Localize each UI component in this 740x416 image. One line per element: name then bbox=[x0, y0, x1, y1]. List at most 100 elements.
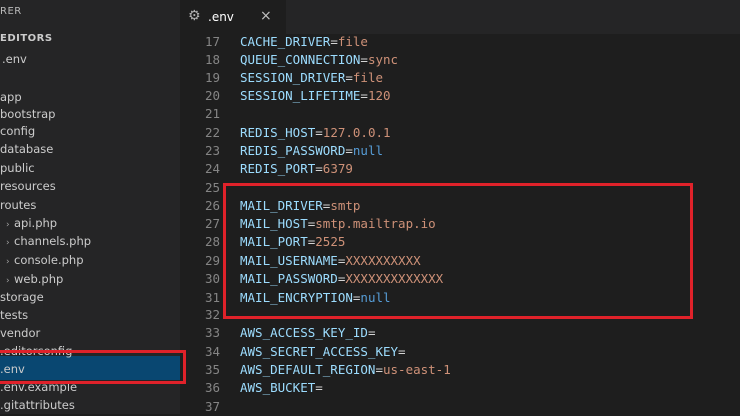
sidebar-item[interactable]: public bbox=[0, 159, 35, 177]
line-number: 18 bbox=[204, 52, 220, 67]
line-number: 17 bbox=[204, 34, 220, 49]
env-value: null bbox=[352, 143, 383, 158]
chevron-right-icon: › bbox=[6, 257, 10, 267]
env-key: MAIL_USERNAME bbox=[240, 253, 338, 268]
sidebar-item[interactable]: .gitattributes bbox=[0, 396, 75, 414]
code-line[interactable]: SESSION_DRIVER=file bbox=[240, 69, 383, 87]
line-number: 27 bbox=[204, 216, 220, 231]
env-key: QUEUE_CONNECTION bbox=[240, 52, 361, 67]
sidebar-item[interactable]: resources bbox=[0, 177, 56, 195]
line-number: 37 bbox=[204, 399, 220, 414]
code-line[interactable]: MAIL_HOST=smtp.mailtrap.io bbox=[240, 215, 436, 233]
env-value: smtp.mailtrap.io bbox=[315, 216, 436, 231]
tab-env[interactable]: ⚙ .env × bbox=[180, 0, 286, 34]
sidebar-item[interactable]: database bbox=[0, 140, 53, 158]
code-line[interactable]: AWS_SECRET_ACCESS_KEY= bbox=[240, 343, 406, 361]
env-value: us-east-1 bbox=[383, 362, 451, 377]
line-number: 28 bbox=[204, 234, 220, 249]
code-line[interactable]: REDIS_HOST=127.0.0.1 bbox=[240, 124, 391, 142]
sidebar-item[interactable]: bootstrap bbox=[0, 105, 55, 123]
line-number: 20 bbox=[204, 88, 220, 103]
code-line[interactable]: CACHE_DRIVER=file bbox=[240, 33, 368, 51]
line-number: 21 bbox=[204, 106, 220, 121]
sidebar-item[interactable]: .editorconfig bbox=[0, 342, 72, 360]
env-key: MAIL_DRIVER bbox=[240, 198, 323, 213]
env-value: file bbox=[352, 70, 383, 85]
line-number: 22 bbox=[204, 125, 220, 140]
equals-sign: = bbox=[345, 70, 353, 85]
explorer-header: RER bbox=[0, 6, 22, 17]
env-key: REDIS_PASSWORD bbox=[240, 143, 346, 158]
equals-sign: = bbox=[315, 125, 323, 140]
code-line[interactable]: AWS_DEFAULT_REGION=us-east-1 bbox=[240, 361, 451, 379]
gear-icon: ⚙ bbox=[188, 8, 201, 24]
code-line[interactable]: QUEUE_CONNECTION=sync bbox=[240, 51, 398, 69]
sidebar-item[interactable]: storage bbox=[0, 288, 44, 306]
sidebar-item-label: api.php bbox=[14, 216, 58, 230]
equals-sign: = bbox=[315, 161, 323, 176]
env-value: smtp bbox=[330, 198, 361, 213]
code-line[interactable]: SESSION_LIFETIME=120 bbox=[240, 87, 391, 105]
env-value: 6379 bbox=[322, 161, 353, 176]
code-line[interactable]: MAIL_USERNAME=XXXXXXXXXX bbox=[240, 252, 421, 270]
code-line[interactable]: MAIL_ENCRYPTION=null bbox=[240, 289, 391, 307]
sidebar-item[interactable]: routes bbox=[0, 196, 36, 214]
equals-sign: = bbox=[315, 380, 323, 395]
sidebar-item-label: tests bbox=[0, 308, 29, 322]
equals-sign: = bbox=[330, 34, 338, 49]
sidebar-item-label: config bbox=[0, 124, 36, 138]
env-value: sync bbox=[367, 52, 399, 67]
env-value: 2525 bbox=[315, 234, 346, 249]
equals-sign: = bbox=[345, 143, 353, 158]
sidebar-item-label: .env.example bbox=[0, 380, 78, 394]
env-value: XXXXXXXXXX bbox=[345, 253, 421, 268]
sidebar-item[interactable]: app bbox=[0, 88, 22, 106]
line-number: 34 bbox=[204, 344, 220, 359]
sidebar-item-label: public bbox=[0, 161, 35, 175]
open-editor-item-env[interactable]: .env bbox=[2, 50, 27, 68]
env-key: SESSION_LIFETIME bbox=[240, 88, 361, 103]
close-icon[interactable]: × bbox=[260, 7, 272, 25]
sidebar-item-label: routes bbox=[0, 198, 37, 212]
line-number: 25 bbox=[204, 180, 220, 195]
code-line[interactable]: REDIS_PASSWORD=null bbox=[240, 142, 383, 160]
env-value: XXXXXXXXXXXXX bbox=[345, 271, 444, 286]
tab-bar: ⚙ .env × bbox=[180, 0, 740, 34]
env-key: REDIS_HOST bbox=[240, 125, 316, 140]
sidebar-item[interactable]: config bbox=[0, 122, 35, 140]
sidebar-item-label: .env bbox=[0, 362, 25, 376]
sidebar-item[interactable]: › channels.php bbox=[6, 232, 91, 250]
sidebar-item[interactable]: vendor bbox=[0, 324, 40, 342]
sidebar-item[interactable]: tests bbox=[0, 306, 28, 324]
env-key: REDIS_PORT bbox=[240, 161, 316, 176]
sidebar-item[interactable]: .env bbox=[0, 360, 25, 378]
code-line[interactable]: AWS_BUCKET= bbox=[240, 379, 323, 397]
code-line[interactable]: MAIL_DRIVER=smtp bbox=[240, 197, 360, 215]
sidebar-item[interactable]: › web.php bbox=[6, 270, 63, 288]
env-key: MAIL_PORT bbox=[240, 234, 308, 249]
env-key: MAIL_HOST bbox=[240, 216, 308, 231]
env-key: AWS_BUCKET bbox=[240, 380, 316, 395]
sidebar-item-label: app bbox=[0, 90, 22, 104]
open-editors-section[interactable]: EDITORS bbox=[0, 33, 53, 44]
line-number: 31 bbox=[204, 290, 220, 305]
equals-sign: = bbox=[398, 344, 406, 359]
code-line[interactable]: MAIL_PASSWORD=XXXXXXXXXXXXX bbox=[240, 270, 443, 288]
line-number: 30 bbox=[204, 271, 220, 286]
sidebar-item[interactable]: › console.php bbox=[6, 251, 84, 269]
code-line[interactable]: AWS_ACCESS_KEY_ID= bbox=[240, 324, 375, 342]
code-line[interactable]: MAIL_PORT=2525 bbox=[240, 233, 345, 251]
env-value: 120 bbox=[367, 88, 391, 103]
line-number: 24 bbox=[204, 161, 220, 176]
sidebar-item-label: storage bbox=[0, 290, 44, 304]
sidebar-item[interactable]: .env.example bbox=[0, 378, 77, 396]
line-number: 19 bbox=[204, 70, 220, 85]
code-line[interactable]: REDIS_PORT=6379 bbox=[240, 160, 353, 178]
sidebar-item-label: channels.php bbox=[14, 234, 92, 248]
equals-sign: = bbox=[360, 88, 368, 103]
env-value: file bbox=[337, 34, 368, 49]
sidebar-item-label: web.php bbox=[14, 272, 64, 286]
env-key: AWS_SECRET_ACCESS_KEY bbox=[240, 344, 399, 359]
sidebar-item[interactable]: › api.php bbox=[6, 214, 57, 232]
sidebar-item-label: .gitattributes bbox=[0, 398, 75, 412]
